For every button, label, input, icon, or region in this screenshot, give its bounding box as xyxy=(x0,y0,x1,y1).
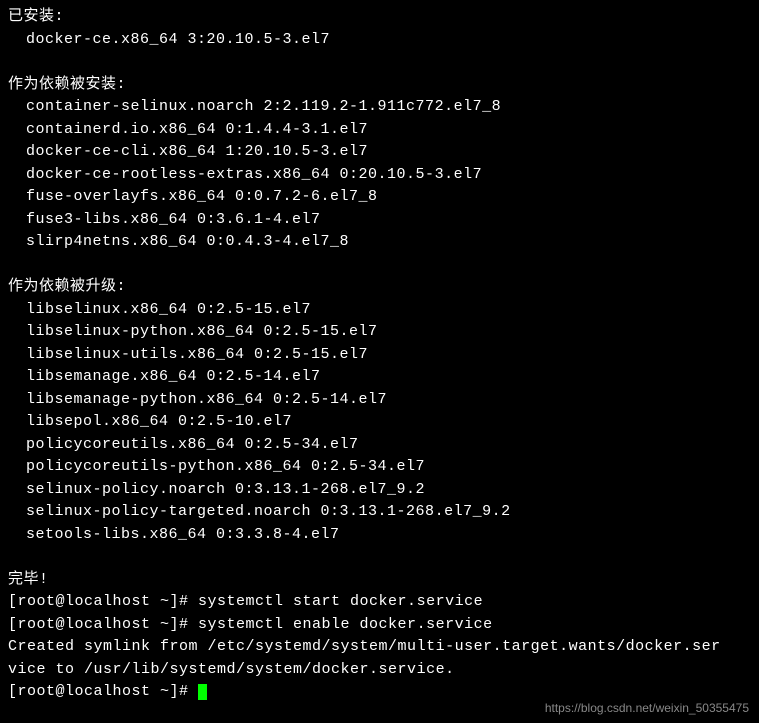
output-line: vice to /usr/lib/systemd/system/docker.s… xyxy=(8,659,751,682)
output-line: Created symlink from /etc/systemd/system… xyxy=(8,636,751,659)
package-line: libselinux-python.x86_64 0:2.5-15.el7 xyxy=(8,321,751,344)
package-line: policycoreutils.x86_64 0:2.5-34.el7 xyxy=(8,434,751,457)
package-line: libselinux.x86_64 0:2.5-15.el7 xyxy=(8,299,751,322)
prompt-text: [root@localhost ~]# xyxy=(8,683,198,700)
prompt-line: [root@localhost ~]# systemctl enable doc… xyxy=(8,614,751,637)
watermark: https://blog.csdn.net/weixin_50355475 xyxy=(545,699,749,717)
complete-msg: 完毕! xyxy=(8,569,751,592)
package-line: policycoreutils-python.x86_64 0:2.5-34.e… xyxy=(8,456,751,479)
package-line: libsepol.x86_64 0:2.5-10.el7 xyxy=(8,411,751,434)
package-line: docker-ce.x86_64 3:20.10.5-3.el7 xyxy=(8,29,751,52)
package-line: container-selinux.noarch 2:2.119.2-1.911… xyxy=(8,96,751,119)
package-line: selinux-policy.noarch 0:3.13.1-268.el7_9… xyxy=(8,479,751,502)
terminal-output: 已安装: docker-ce.x86_64 3:20.10.5-3.el7 作为… xyxy=(8,6,751,704)
dep-installed-header: 作为依赖被安装: xyxy=(8,74,751,97)
package-line: fuse-overlayfs.x86_64 0:0.7.2-6.el7_8 xyxy=(8,186,751,209)
package-line: setools-libs.x86_64 0:3.3.8-4.el7 xyxy=(8,524,751,547)
package-line: slirp4netns.x86_64 0:0.4.3-4.el7_8 xyxy=(8,231,751,254)
package-line: libsemanage.x86_64 0:2.5-14.el7 xyxy=(8,366,751,389)
package-line: fuse3-libs.x86_64 0:3.6.1-4.el7 xyxy=(8,209,751,232)
package-line: selinux-policy-targeted.noarch 0:3.13.1-… xyxy=(8,501,751,524)
dep-upgraded-header: 作为依赖被升级: xyxy=(8,276,751,299)
prompt-line: [root@localhost ~]# systemctl start dock… xyxy=(8,591,751,614)
cursor-icon xyxy=(198,684,207,700)
installed-header: 已安装: xyxy=(8,6,751,29)
package-line: containerd.io.x86_64 0:1.4.4-3.1.el7 xyxy=(8,119,751,142)
package-line: libselinux-utils.x86_64 0:2.5-15.el7 xyxy=(8,344,751,367)
package-line: docker-ce-cli.x86_64 1:20.10.5-3.el7 xyxy=(8,141,751,164)
package-line: docker-ce-rootless-extras.x86_64 0:20.10… xyxy=(8,164,751,187)
package-line: libsemanage-python.x86_64 0:2.5-14.el7 xyxy=(8,389,751,412)
